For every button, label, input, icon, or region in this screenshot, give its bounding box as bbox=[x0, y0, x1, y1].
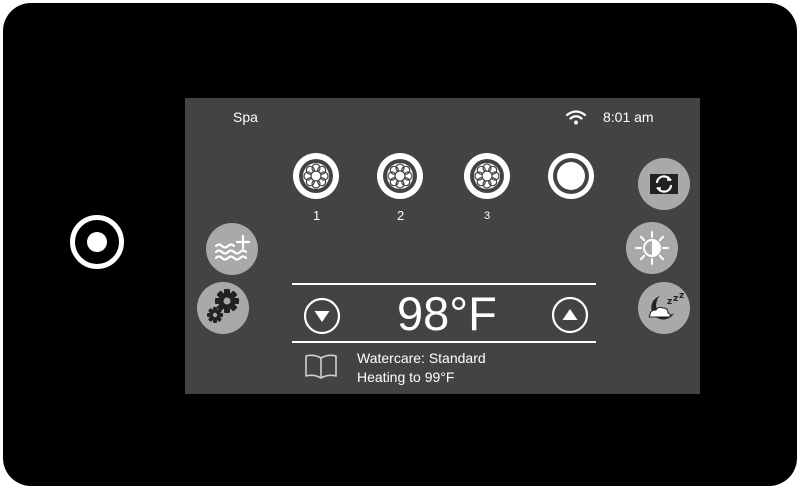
book-icon bbox=[305, 354, 337, 379]
svg-text:z: z bbox=[679, 291, 684, 301]
current-temperature: 98°F bbox=[397, 287, 497, 340]
jet-label-2: 2 bbox=[397, 208, 405, 223]
up-arrow-icon bbox=[551, 296, 589, 334]
light-icon bbox=[548, 153, 594, 199]
wifi-icon bbox=[566, 110, 586, 125]
moon-sleep-icon: z z z ★ bbox=[648, 291, 684, 320]
sleep-button[interactable]: z z z ★ bbox=[638, 282, 690, 334]
jet-icon bbox=[377, 153, 423, 199]
jet-button-2[interactable] bbox=[376, 152, 424, 200]
heating-status: Heating to 99°F bbox=[357, 369, 455, 385]
jet-button-3[interactable] bbox=[463, 152, 511, 200]
divider-top bbox=[292, 283, 596, 285]
jet-label-1: 1 bbox=[313, 208, 321, 223]
jet-button-1[interactable] bbox=[292, 152, 340, 200]
jet-icon bbox=[293, 153, 339, 199]
svg-text:z: z bbox=[673, 294, 678, 304]
home-button[interactable] bbox=[70, 215, 124, 269]
temp-up-button[interactable] bbox=[551, 296, 589, 334]
invert-screen-button[interactable] bbox=[638, 158, 690, 210]
jet-icon bbox=[464, 153, 510, 199]
waves-plus-icon bbox=[214, 234, 251, 261]
clock: 8:01 am bbox=[603, 109, 654, 125]
jet-label-3: 3 bbox=[484, 210, 491, 222]
svg-text:★: ★ bbox=[652, 298, 658, 306]
gear-icon bbox=[207, 289, 239, 323]
settings-button[interactable] bbox=[197, 282, 249, 334]
water-care-button[interactable] bbox=[206, 223, 258, 275]
brightness-button[interactable] bbox=[626, 222, 678, 274]
divider-bottom bbox=[292, 341, 596, 343]
touch-screen: Spa 8:01 am 1 2 3 z z z ★ 98°F Watercare… bbox=[185, 98, 700, 394]
mode-label: Spa bbox=[233, 109, 258, 125]
sun-icon bbox=[635, 231, 669, 265]
svg-text:z: z bbox=[667, 297, 672, 307]
temp-down-button[interactable] bbox=[303, 297, 341, 335]
down-arrow-icon bbox=[303, 297, 341, 335]
flip-screen-icon bbox=[650, 174, 678, 194]
manual-button[interactable] bbox=[304, 353, 338, 379]
watercare-status: Watercare: Standard bbox=[357, 350, 486, 366]
light-button[interactable] bbox=[547, 152, 595, 200]
